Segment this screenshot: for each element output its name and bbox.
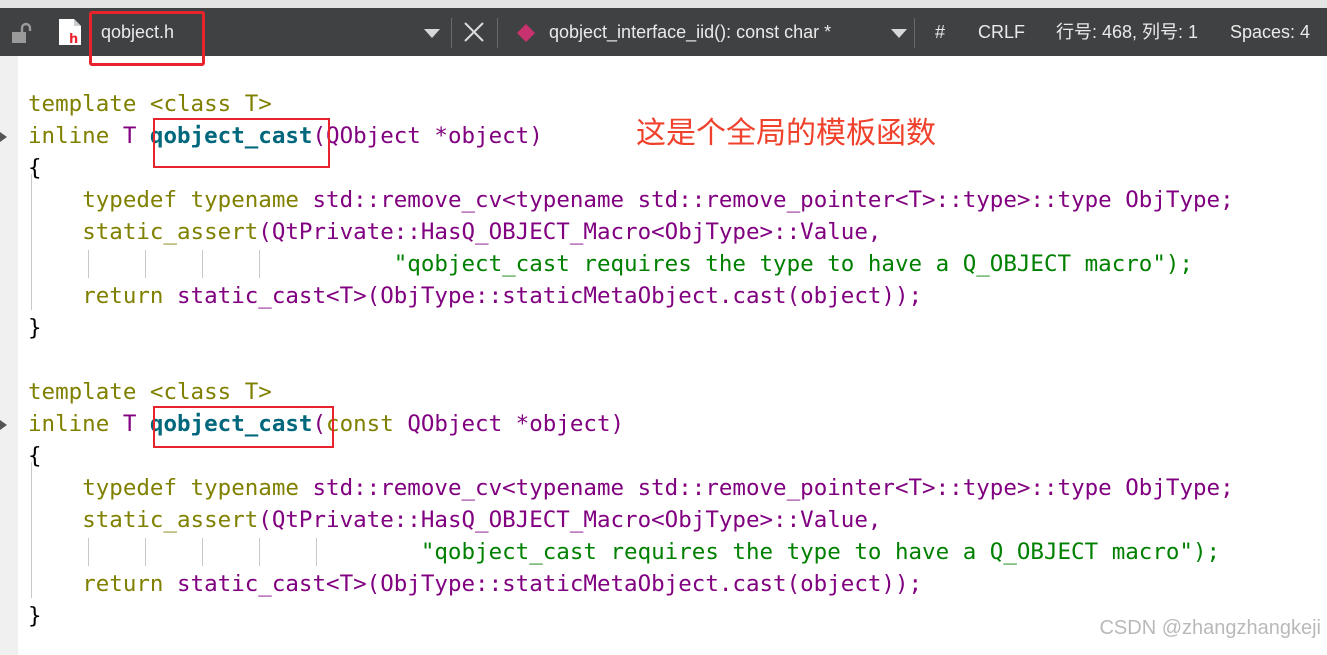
chevron-down-icon[interactable] — [891, 29, 907, 38]
indent-guide — [88, 250, 89, 278]
watermark: CSDN @zhangzhangkeji — [1099, 617, 1321, 639]
code-line: typedef typename std::remove_cv<typename… — [82, 475, 1234, 501]
indent-guide — [316, 538, 317, 566]
code-line: "qobject_cast requires the type to have … — [393, 251, 1193, 277]
close-icon[interactable] — [462, 20, 486, 44]
indent-guide — [259, 538, 260, 566]
code-line: template <class T> — [28, 379, 272, 405]
indent-guide — [145, 538, 146, 566]
symbol-selector[interactable]: qobject_interface_iid(): const char * — [549, 8, 831, 56]
code-line: return static_cast<T>(ObjType::staticMet… — [82, 283, 923, 309]
cursor-position[interactable]: 行号: 468, 列号: 1 — [1056, 8, 1198, 56]
function-name-highlight — [153, 406, 334, 448]
indent-guide — [259, 250, 260, 278]
indent-guide — [88, 538, 89, 566]
toolbar-divider — [451, 18, 452, 48]
code-line: typedef typename std::remove_cv<typename… — [82, 187, 1234, 213]
function-name-highlight — [153, 118, 330, 168]
indent-guide — [31, 462, 32, 598]
code-line: return static_cast<T>(ObjType::staticMet… — [82, 571, 923, 597]
indentation-button[interactable]: Spaces: 4 — [1230, 8, 1310, 56]
indent-guide — [202, 538, 203, 566]
svg-text:h: h — [69, 32, 78, 46]
indent-guide — [145, 250, 146, 278]
function-diamond-icon — [517, 24, 535, 42]
indent-guide — [31, 174, 32, 310]
hash-button[interactable]: # — [935, 8, 945, 56]
toolbar-divider — [497, 18, 498, 48]
editor-gutter — [0, 56, 18, 655]
window-top-border — [0, 0, 1327, 8]
code-editor[interactable]: template <class T> inline T qobject_cast… — [0, 88, 1327, 632]
toolbar-divider — [914, 18, 915, 48]
code-line: static_assert(QtPrivate::HasQ_OBJECT_Mac… — [82, 219, 882, 245]
chevron-down-icon[interactable] — [424, 29, 440, 38]
fold-arrow-icon[interactable] — [0, 132, 7, 142]
code-line: static_assert(QtPrivate::HasQ_OBJECT_Mac… — [82, 507, 882, 533]
header-file-icon: h — [59, 19, 81, 46]
indent-guide — [202, 250, 203, 278]
code-line: "qobject_cast requires the type to have … — [420, 539, 1221, 565]
code-line: } — [28, 315, 42, 341]
fold-arrow-icon[interactable] — [0, 420, 7, 430]
unlock-icon[interactable] — [10, 22, 32, 44]
file-tab-highlight — [89, 11, 205, 66]
annotation-text: 这是个全局的模板函数 — [636, 116, 936, 151]
line-ending-button[interactable]: CRLF — [978, 8, 1025, 56]
